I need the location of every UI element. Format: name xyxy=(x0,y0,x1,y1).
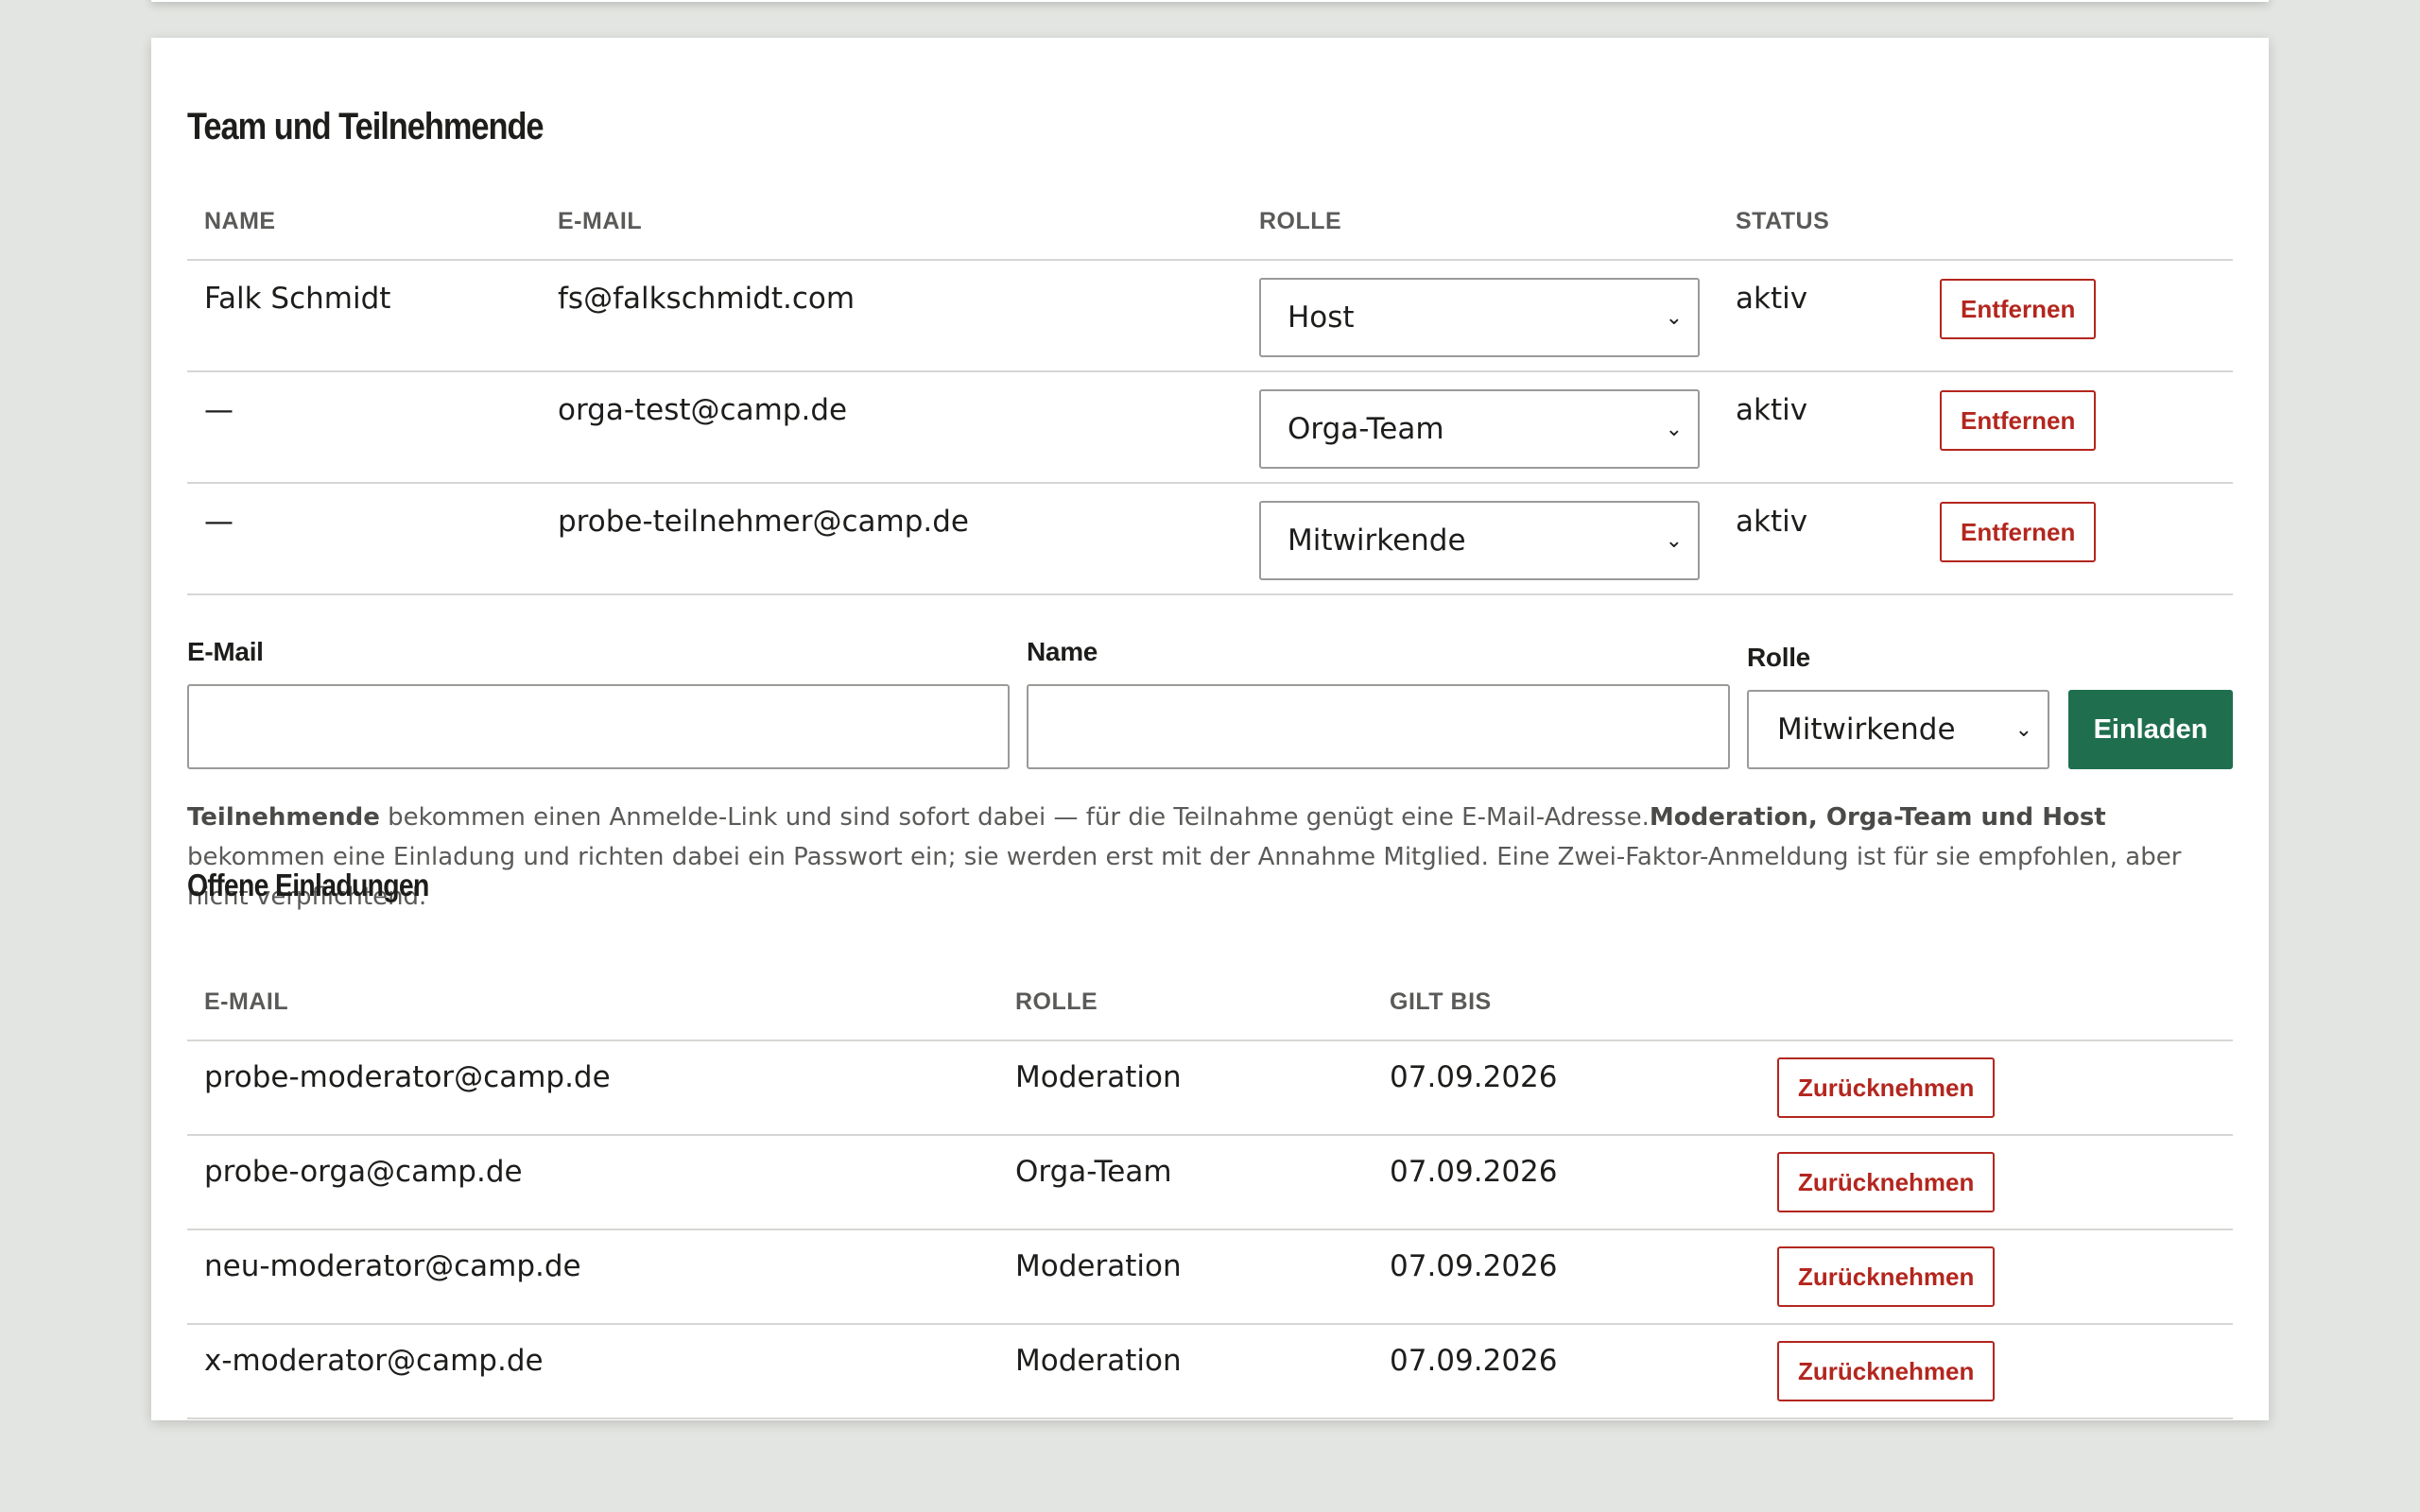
invites-title: Offene Einladungen xyxy=(187,868,429,902)
invite-valid-until: 07.09.2026 xyxy=(1373,1135,1760,1230)
revoke-button[interactable]: Zurücknehmen xyxy=(1777,1152,1996,1212)
actions-cell: Zurücknehmen xyxy=(1760,1324,2233,1419)
role-cell: Host ⌄ xyxy=(1242,260,1719,372)
chevron-down-icon: ⌄ xyxy=(2014,717,2032,742)
invite-role: Moderation xyxy=(998,1040,1373,1136)
invite-role-select[interactable]: Mitwirkende ⌄ xyxy=(1747,690,2049,769)
role-select-value: Host xyxy=(1288,301,1355,335)
invite-role: Moderation xyxy=(998,1229,1373,1325)
table-row: Falk Schmidt fs@falkschmidt.com Host ⌄ ak… xyxy=(187,260,2233,372)
actions-cell: Zurücknehmen xyxy=(1760,1040,2233,1136)
actions-cell: Zurücknehmen xyxy=(1760,1229,2233,1325)
members-header-row: NAME E-MAIL ROLLE STATUS xyxy=(187,183,2233,261)
member-name: Falk Schmidt xyxy=(187,260,541,372)
name-label: Name xyxy=(1027,637,1098,666)
member-name: — xyxy=(187,483,541,595)
col-actions xyxy=(1760,964,2233,1041)
actions-cell: Entfernen xyxy=(1923,260,2233,372)
members-table: NAME E-MAIL ROLLE STATUS Falk Schmidt fs… xyxy=(187,183,2233,595)
revoke-button[interactable]: Zurücknehmen xyxy=(1777,1057,1996,1118)
actions-cell: Entfernen xyxy=(1923,371,2233,484)
col-name: NAME xyxy=(187,183,541,261)
chevron-down-icon: ⌄ xyxy=(1665,417,1683,441)
actions-cell: Zurücknehmen xyxy=(1760,1135,2233,1230)
member-name: — xyxy=(187,371,541,484)
col-valid-until: GILT BIS xyxy=(1373,964,1760,1041)
invite-email: x-moderator@camp.de xyxy=(187,1324,998,1419)
role-label: Rolle xyxy=(1747,643,1810,672)
invite-email: neu-moderator@camp.de xyxy=(187,1229,998,1325)
member-status: aktiv xyxy=(1719,371,1923,484)
table-row: x-moderator@camp.de Moderation 07.09.202… xyxy=(187,1324,2233,1419)
chevron-down-icon: ⌄ xyxy=(1665,528,1683,553)
hint-text-1: bekommen einen Anmelde-Link und sind sof… xyxy=(379,803,1650,832)
previous-card xyxy=(151,0,2269,2)
invite-valid-until: 07.09.2026 xyxy=(1373,1324,1760,1419)
role-select[interactable]: Mitwirkende ⌄ xyxy=(1259,501,1700,580)
actions-cell: Entfernen xyxy=(1923,483,2233,595)
hint-text-2: bekommen eine Einladung und richten dabe… xyxy=(187,843,2182,911)
invite-valid-until: 07.09.2026 xyxy=(1373,1229,1760,1325)
invite-button[interactable]: Einladen xyxy=(2068,690,2233,769)
table-row: probe-moderator@camp.de Moderation 07.09… xyxy=(187,1040,2233,1136)
remove-button[interactable]: Entfernen xyxy=(1940,279,2097,339)
invite-email-input[interactable] xyxy=(187,684,1010,769)
role-select-value: Mitwirkende xyxy=(1288,524,1466,558)
table-row: neu-moderator@camp.de Moderation 07.09.2… xyxy=(187,1229,2233,1325)
role-select[interactable]: Host ⌄ xyxy=(1259,278,1700,357)
hint-bold-roles: Moderation, Orga-Team und Host xyxy=(1649,803,2106,832)
role-select[interactable]: Orga-Team ⌄ xyxy=(1259,389,1700,469)
member-email: fs@falkschmidt.com xyxy=(541,260,1242,372)
member-status: aktiv xyxy=(1719,260,1923,372)
invite-email: probe-moderator@camp.de xyxy=(187,1040,998,1136)
invite-role: Moderation xyxy=(998,1324,1373,1419)
revoke-button[interactable]: Zurücknehmen xyxy=(1777,1246,1996,1307)
invite-role: Orga-Team xyxy=(998,1135,1373,1230)
revoke-button[interactable]: Zurücknehmen xyxy=(1777,1341,1996,1401)
col-actions xyxy=(1923,183,2233,261)
remove-button[interactable]: Entfernen xyxy=(1940,390,2097,451)
role-cell: Mitwirkende ⌄ xyxy=(1242,483,1719,595)
member-status: aktiv xyxy=(1719,483,1923,595)
col-status: STATUS xyxy=(1719,183,1923,261)
role-select-value: Orga-Team xyxy=(1288,412,1444,446)
email-label: E-Mail xyxy=(187,637,264,666)
member-email: orga-test@camp.de xyxy=(541,371,1242,484)
invite-email: probe-orga@camp.de xyxy=(187,1135,998,1230)
invite-name-input[interactable] xyxy=(1027,684,1730,769)
col-email: E-MAIL xyxy=(187,964,998,1041)
team-card: Team und Teilnehmende NAME E-MAIL ROLLE … xyxy=(151,38,2269,1420)
invite-valid-until: 07.09.2026 xyxy=(1373,1040,1760,1136)
chevron-down-icon: ⌄ xyxy=(1665,305,1683,330)
hint-bold-participants: Teilnehmende xyxy=(187,803,380,832)
table-row: — probe-teilnehmer@camp.de Mitwirkende ⌄ … xyxy=(187,483,2233,595)
invites-header-row: E-MAIL ROLLE GILT BIS xyxy=(187,964,2233,1041)
col-role: ROLLE xyxy=(1242,183,1719,261)
col-role: ROLLE xyxy=(998,964,1373,1041)
section-title: Team und Teilnehmende xyxy=(187,106,544,147)
table-row: — orga-test@camp.de Orga-Team ⌄ aktiv Ent… xyxy=(187,371,2233,484)
invite-role-value: Mitwirkende xyxy=(1777,713,1956,747)
member-email: probe-teilnehmer@camp.de xyxy=(541,483,1242,595)
invites-table: E-MAIL ROLLE GILT BIS probe-moderator@ca… xyxy=(187,964,2233,1419)
remove-button[interactable]: Entfernen xyxy=(1940,502,2097,562)
role-cell: Orga-Team ⌄ xyxy=(1242,371,1719,484)
invite-hint: Teilnehmende bekommen einen Anmelde-Link… xyxy=(187,798,2233,917)
table-row: probe-orga@camp.de Orga-Team 07.09.2026 … xyxy=(187,1135,2233,1230)
col-email: E-MAIL xyxy=(541,183,1242,261)
